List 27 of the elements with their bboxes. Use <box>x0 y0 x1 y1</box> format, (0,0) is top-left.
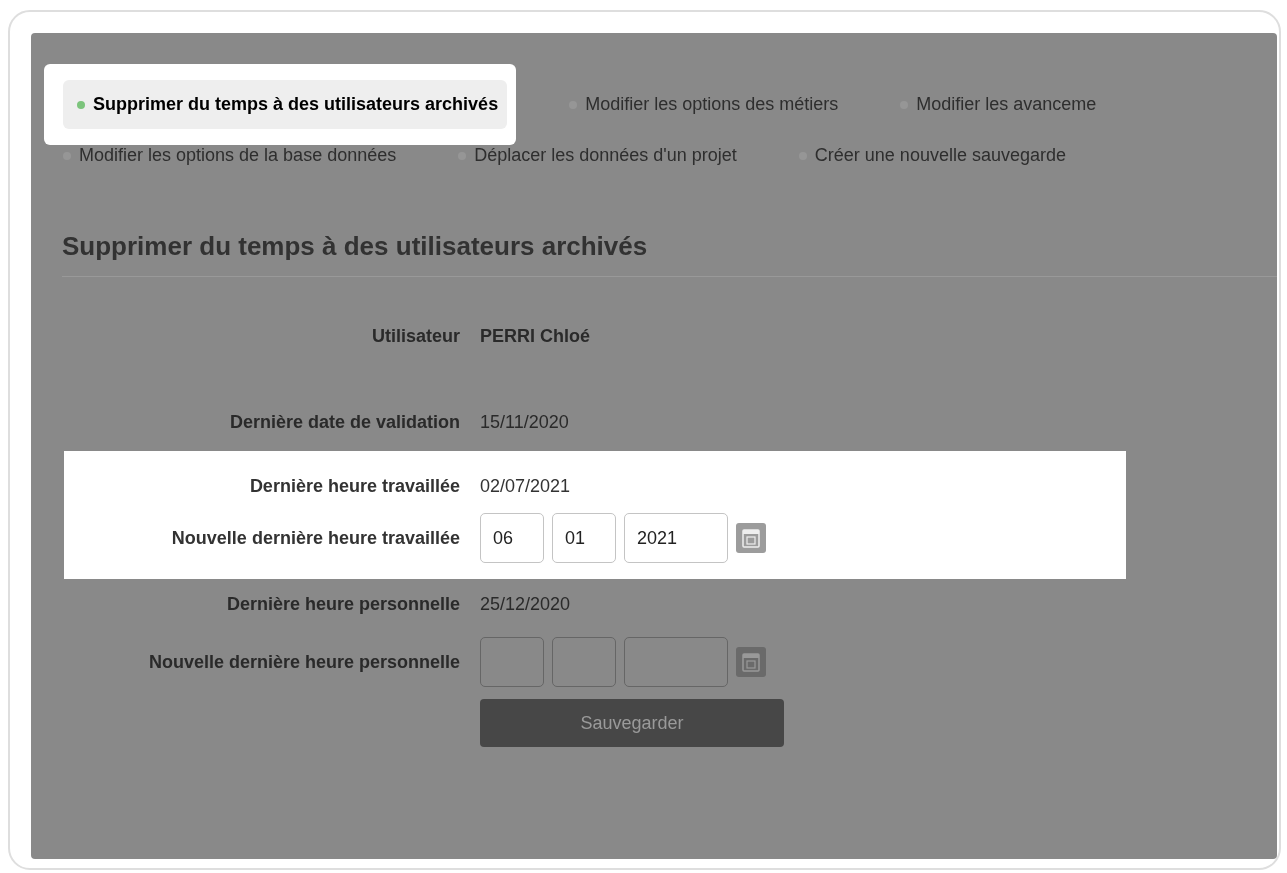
nav-tab[interactable]: Créer une nouvelle sauvegarde <box>798 142 1066 169</box>
save-button[interactable]: Sauvegarder <box>480 699 784 748</box>
year-field[interactable] <box>624 637 728 688</box>
day-field[interactable] <box>480 637 544 688</box>
month-field[interactable]: 01 <box>552 513 616 564</box>
section-heading: Supprimer du temps à des utilisateurs archivés <box>62 231 1277 278</box>
month-field[interactable] <box>552 637 616 688</box>
calendar-icon[interactable] <box>736 523 766 554</box>
nav-tab[interactable]: Modifier les options de la base données <box>63 142 397 169</box>
field-label: Dernière heure travaillée <box>248 474 461 498</box>
calendar-icon[interactable] <box>736 647 766 678</box>
field-label: Nouvelle dernière heure travaillée <box>170 526 461 550</box>
nav-tab[interactable]: Déplacer les données d'un projet <box>458 142 737 169</box>
field-label: Dernière date de validation <box>228 410 461 434</box>
field-label: Nouvelle dernière heure personnelle <box>147 650 461 674</box>
field-label: Dernière heure personnelle <box>225 592 461 616</box>
field-label: Utilisateur <box>370 324 461 348</box>
dot-icon <box>77 100 85 109</box>
field-value: 02/07/2021 <box>480 474 571 498</box>
field-value: 25/12/2020 <box>480 592 571 616</box>
nav-tab[interactable]: Supprimer du temps à des utilisateurs archivés <box>63 80 508 129</box>
day-field[interactable]: 06 <box>480 513 544 564</box>
year-field[interactable]: 2021 <box>624 513 728 564</box>
field-value: 15/11/2020 <box>480 410 569 434</box>
nav-tab[interactable]: Modifier les avanceme <box>900 91 1097 118</box>
field-value: PERRI Chloé <box>480 324 590 348</box>
nav-tab[interactable]: Modifier les options des métiers <box>569 91 839 118</box>
